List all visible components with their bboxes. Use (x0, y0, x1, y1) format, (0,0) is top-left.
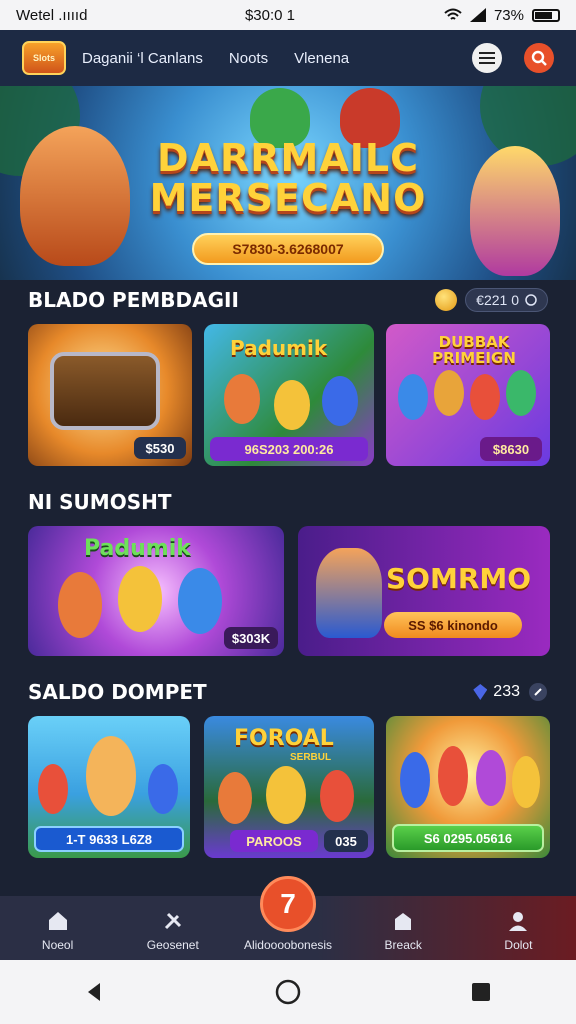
section-title: BLADO PEMBDAGII (28, 288, 239, 312)
character-art (434, 370, 464, 416)
hero-banner[interactable]: DARRMAILC MERSECANO S7830-3.6268007 (0, 86, 576, 280)
recents-icon[interactable] (470, 981, 492, 1003)
section-title: NI SUMOSHT (28, 490, 172, 514)
bottom-nav-shop[interactable]: Breack (346, 896, 461, 960)
clock: $30:0 1 (244, 6, 295, 24)
nav-link-noots[interactable]: Noots (229, 50, 268, 67)
coin-icon (435, 289, 458, 311)
promo-card[interactable]: SOMRMO SS $6 kinondo (298, 526, 550, 656)
profile-icon (509, 912, 528, 931)
character-art (58, 572, 102, 638)
bottom-nav-home[interactable]: Noeol (0, 896, 115, 960)
card-art-title: Padumik (230, 336, 328, 360)
battery-icon (532, 8, 560, 22)
character-art (438, 746, 468, 806)
card-price: $303K (224, 627, 278, 649)
character-art (274, 380, 310, 430)
section-header: SALDO DOMPET 233 (28, 678, 548, 706)
info-icon[interactable] (528, 682, 548, 702)
app-logo[interactable]: Slots (22, 41, 66, 75)
home-circle-icon[interactable] (275, 979, 301, 1005)
signal-icon (469, 8, 486, 22)
nav-link-games[interactable]: Daganii ‘l Canlans (82, 50, 203, 67)
card-price: $8630 (480, 437, 542, 461)
character-art (400, 752, 430, 808)
home-icon (48, 912, 67, 930)
shop-icon (395, 913, 412, 930)
game-card[interactable]: 1-T 9633 L6Z8 (28, 716, 190, 858)
game-card[interactable]: $530 (28, 324, 192, 466)
card-label: PAROOS (230, 830, 318, 852)
card-price: 1-T 9633 L6Z8 (34, 826, 184, 852)
character-art (224, 374, 260, 424)
section-title: SALDO DOMPET (28, 680, 207, 704)
tools-icon (164, 912, 181, 930)
treasure-chest-icon (50, 352, 160, 430)
notification-badge[interactable]: 7 (260, 876, 316, 932)
status-icons: 73% (444, 7, 560, 24)
wifi-icon (444, 8, 462, 20)
section-header: NI SUMOSHT (28, 488, 548, 516)
character-art (470, 374, 500, 420)
character-art (148, 764, 178, 814)
hero-title: DARRMAILC MERSECANO (149, 136, 427, 220)
character-art (86, 736, 136, 816)
character-art (118, 566, 162, 632)
character-art (316, 548, 382, 638)
back-icon[interactable] (84, 981, 106, 1003)
character-art (320, 770, 354, 822)
hero-cta-button[interactable]: S7830-3.6268007 (192, 233, 384, 265)
card-subtitle: SERBUL (290, 752, 332, 763)
status-bar: Wetel .ııııd $30:0 1 73% (0, 0, 576, 30)
card-art-title: SOMRMO (386, 562, 532, 595)
section-header: BLADO PEMBDAGII €221 0 (28, 286, 548, 314)
top-nav: Slots Daganii ‘l Canlans Noots Vlenena (0, 30, 576, 86)
game-card[interactable]: FOROAL SERBUL PAROOS 035 (204, 716, 374, 858)
game-card[interactable]: DUBBAK PRIMEIGN $8630 (386, 324, 550, 466)
gem-count: 233 (493, 683, 520, 700)
game-card[interactable]: Padumik 96S203 200:26 (204, 324, 374, 466)
card-price: 035 (324, 830, 368, 852)
game-card[interactable]: S6 0295.05616 (386, 716, 550, 858)
card-price: $530 (134, 437, 186, 459)
system-nav-bar (0, 960, 576, 1024)
promo-card[interactable]: Padumik $303K (28, 526, 284, 656)
bottom-nav-tools[interactable]: Geosenet (115, 896, 230, 960)
character-art (506, 370, 536, 416)
character-art (178, 568, 222, 634)
character-art (512, 756, 540, 808)
menu-icon[interactable] (472, 43, 502, 73)
character-art (476, 750, 506, 806)
character-art (322, 376, 358, 426)
nav-link-vlenena[interactable]: Vlenena (294, 50, 349, 67)
character-art (218, 772, 252, 824)
card-price: 96S203 200:26 (210, 437, 368, 461)
card-price: S6 0295.05616 (392, 824, 544, 852)
character-art (38, 764, 68, 814)
card-art-title: Padumik (84, 536, 191, 561)
bottom-nav-profile[interactable]: Dolot (461, 896, 576, 960)
character-art (266, 766, 306, 824)
balance-pill[interactable]: €221 0 (465, 288, 548, 312)
promo-button[interactable]: SS $6 kinondo (384, 612, 522, 638)
info-icon (525, 294, 537, 306)
gem-icon (473, 684, 488, 700)
battery-percent: 73% (493, 6, 524, 24)
character-art (398, 374, 428, 420)
card-art-title: DUBBAK PRIMEIGN (432, 333, 516, 367)
carrier-label: Wetel .ııııd (16, 6, 88, 24)
card-art-title: FOROAL (234, 726, 334, 751)
search-icon[interactable] (524, 43, 554, 73)
